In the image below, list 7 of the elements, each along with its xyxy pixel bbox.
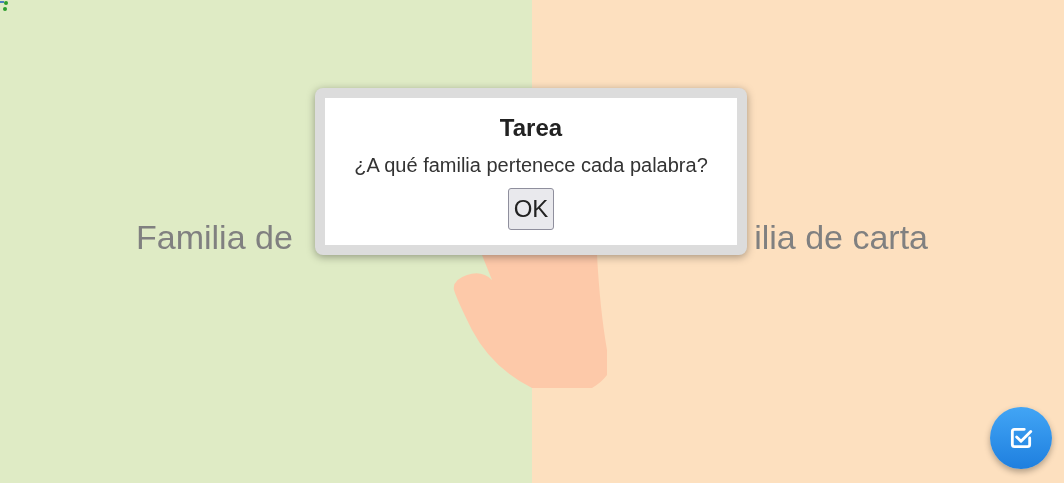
dialog-message: ¿A qué familia pertenece cada palabra? <box>354 154 708 177</box>
ok-button[interactable]: OK <box>507 188 555 230</box>
status-icon <box>0 0 9 12</box>
dialog-title: Tarea <box>499 114 563 142</box>
column-heading: ilia de carta <box>754 217 928 257</box>
column-heading: Familia de <box>136 217 293 257</box>
checkbox-icon <box>1008 425 1034 451</box>
